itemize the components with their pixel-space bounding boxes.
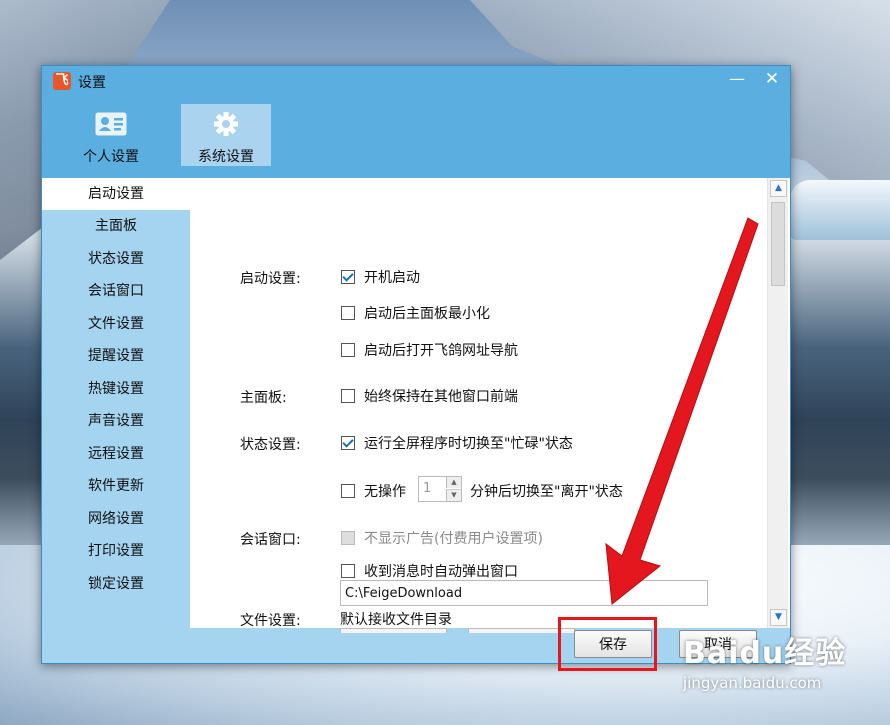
- annotation-arrow-icon: [605, 217, 759, 605]
- watermark-url: jingyan.baidu.com: [683, 674, 822, 692]
- watermark-brand: Baidu经验: [683, 636, 847, 671]
- save-button-highlight-box: [558, 617, 657, 671]
- baidu-watermark: Baidu经验 jingyan.baidu.com: [683, 628, 883, 708]
